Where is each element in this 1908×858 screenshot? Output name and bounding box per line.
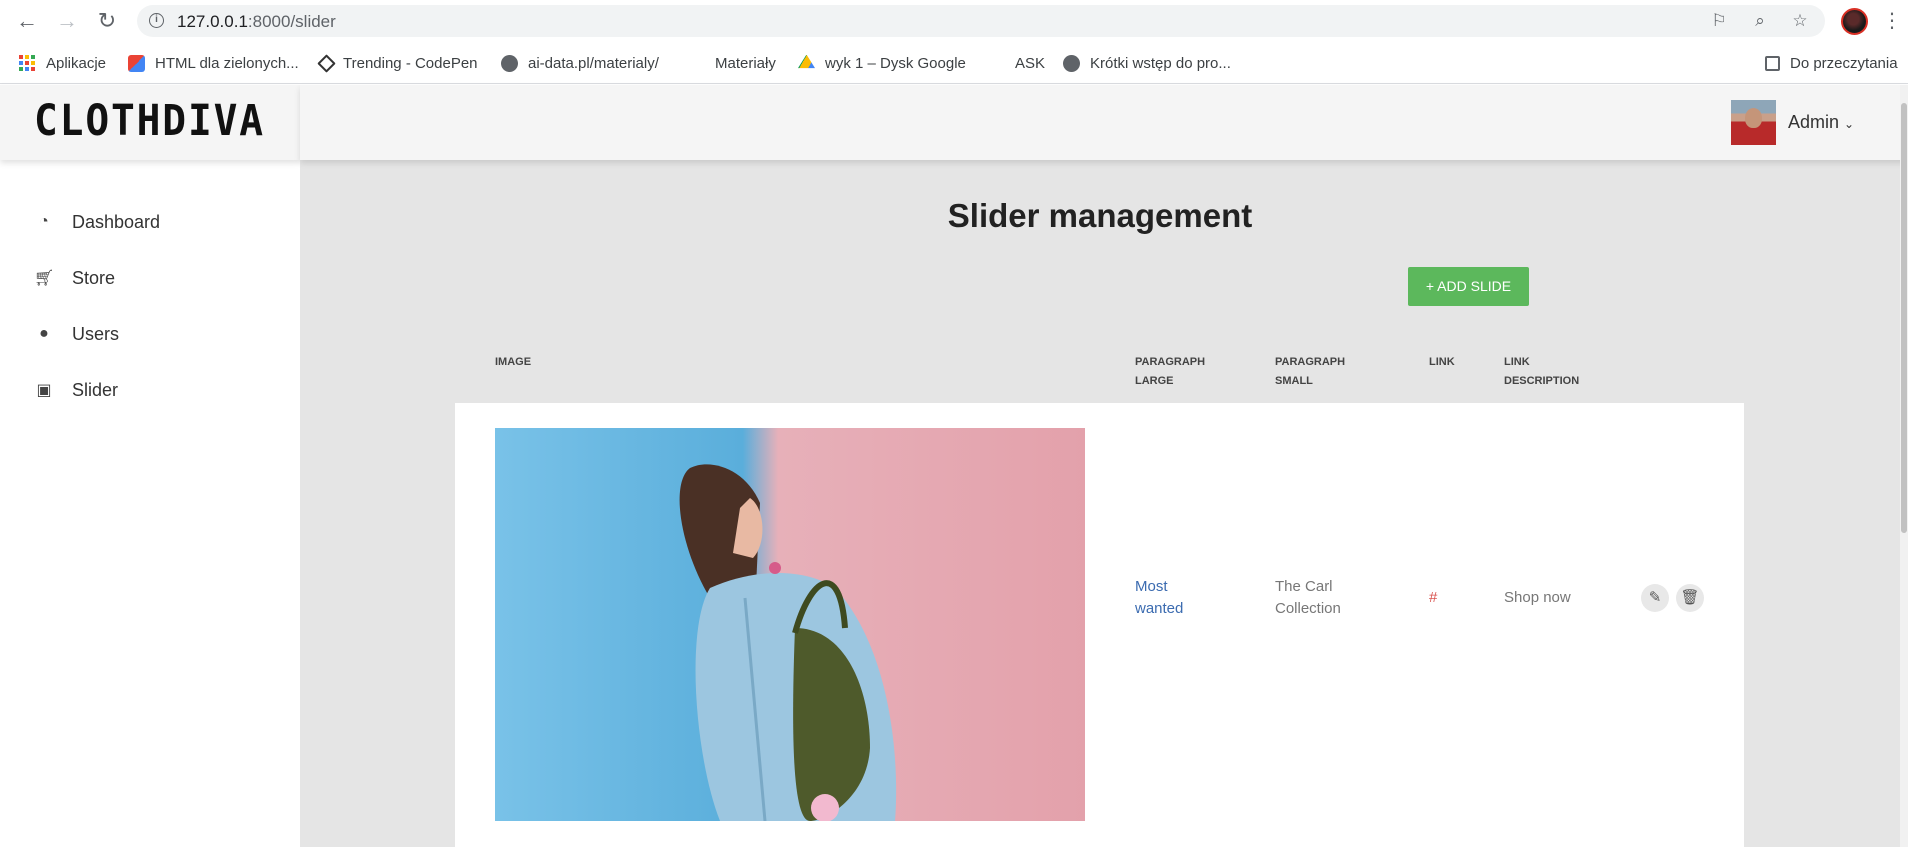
bookmark-ai-data[interactable]: ai-data.pl/materialy/ — [501, 53, 659, 73]
column-header-link-description: LINK DESCRIPTION — [1504, 356, 1580, 387]
bookmark-dysk[interactable]: wyk 1 – Dysk Google — [798, 53, 966, 73]
codepen-icon — [317, 53, 336, 73]
bookmark-apps[interactable]: Aplikacje — [19, 53, 106, 73]
logo[interactable]: CLOTHDIVA — [34, 96, 265, 146]
bookmark-reading-list[interactable]: Do przeczytania — [1765, 53, 1898, 73]
bookmark-codepen[interactable]: Trending - CodePen — [317, 53, 478, 73]
link-cell[interactable]: # — [1429, 587, 1437, 609]
reload-icon[interactable]: ↻ — [94, 8, 120, 34]
globe-icon — [1063, 54, 1080, 72]
bookmark-krotki[interactable]: Krótki wstęp do pro... — [1063, 53, 1231, 73]
globe-icon — [501, 54, 518, 72]
browser-toolbar: ← → ↻ i 127.0.0.1:8000/slider ⚐ ⌕ ☆ ⋮ — [0, 0, 1908, 42]
user-menu[interactable]: Admin ⌄ — [1788, 112, 1854, 133]
image-icon: ▣ — [36, 382, 52, 399]
sidebar-item-users[interactable]: ● Users — [34, 319, 119, 349]
folder-icon — [688, 55, 705, 72]
user-icon: ● — [39, 325, 49, 342]
slide-image — [495, 428, 1085, 821]
ask-icon — [988, 55, 1005, 72]
edit-pencil-icon[interactable]: ✎ — [1641, 584, 1669, 612]
page-title: Slider management — [947, 197, 1253, 234]
bookmark-html[interactable]: HTML dla zielonych... — [128, 53, 299, 73]
chevron-down-icon: ⌄ — [1844, 117, 1855, 131]
sidebar-item-dashboard[interactable]: ◔ Dashboard — [34, 207, 160, 237]
translate-icon[interactable]: ⚐ — [1708, 10, 1730, 32]
paragraph-large-cell: Most wanted — [1135, 578, 1184, 617]
paragraph-small-cell: The Carl Collection — [1275, 578, 1341, 617]
profile-avatar[interactable] — [1841, 8, 1868, 35]
bookmark-ask[interactable]: ASK — [988, 53, 1045, 73]
scrollbar-thumb[interactable] — [1901, 103, 1907, 533]
column-header-image: IMAGE — [495, 356, 532, 368]
dashboard-icon: ◔ — [39, 213, 49, 230]
link-description-cell: Shop now — [1504, 589, 1571, 606]
sidebar: CLOTHDIVA ◔ Dashboard 🛒︎ Store ● Users ▣… — [0, 85, 300, 847]
delete-trash-icon[interactable]: 🗑︎ — [1676, 584, 1704, 612]
url-text[interactable]: 127.0.0.1:8000/slider — [177, 12, 336, 32]
slide-photo — [495, 428, 1085, 821]
apps-grid-icon — [19, 55, 35, 71]
back-arrow-icon[interactable]: ← — [14, 8, 40, 34]
bookmark-materialy[interactable]: Materiały — [688, 53, 776, 73]
bookmarks-bar: Aplikacje HTML dla zielonych... Trending… — [0, 42, 1908, 84]
bookmark-star-icon[interactable]: ☆ — [1789, 10, 1811, 32]
menu-kebab-icon[interactable]: ⋮ — [1882, 8, 1902, 33]
column-header-paragraph-large: PARAGRAPH LARGE — [1135, 356, 1206, 387]
html-site-icon — [128, 54, 145, 72]
info-icon[interactable]: i — [149, 13, 164, 28]
avatar[interactable] — [1731, 100, 1776, 145]
reading-list-icon — [1765, 55, 1780, 71]
address-bar[interactable]: i 127.0.0.1:8000/slider ⚐ ⌕ ☆ — [137, 5, 1825, 37]
add-slide-button[interactable]: + ADD SLIDE — [1408, 267, 1529, 306]
table-row: Most wanted The Carl Collection # Shop n… — [455, 403, 1744, 858]
scrollbar[interactable] — [1900, 85, 1908, 847]
column-header-paragraph-small: PARAGRAPH SMALL — [1275, 356, 1346, 387]
main-content: Admin ⌄ Slider management + ADD SLIDE IM… — [300, 85, 1908, 858]
sidebar-item-store[interactable]: 🛒︎ Store — [34, 263, 115, 293]
cart-icon: 🛒︎ — [34, 270, 55, 287]
column-header-link: LINK — [1429, 356, 1455, 368]
google-drive-icon — [798, 54, 815, 69]
sidebar-item-slider[interactable]: ▣ Slider — [34, 375, 118, 405]
forward-arrow-icon[interactable]: → — [54, 8, 80, 34]
top-bar: Admin ⌄ — [300, 85, 1908, 160]
logo-bar: CLOTHDIVA — [0, 85, 300, 160]
zoom-icon[interactable]: ⌕ — [1749, 10, 1771, 32]
